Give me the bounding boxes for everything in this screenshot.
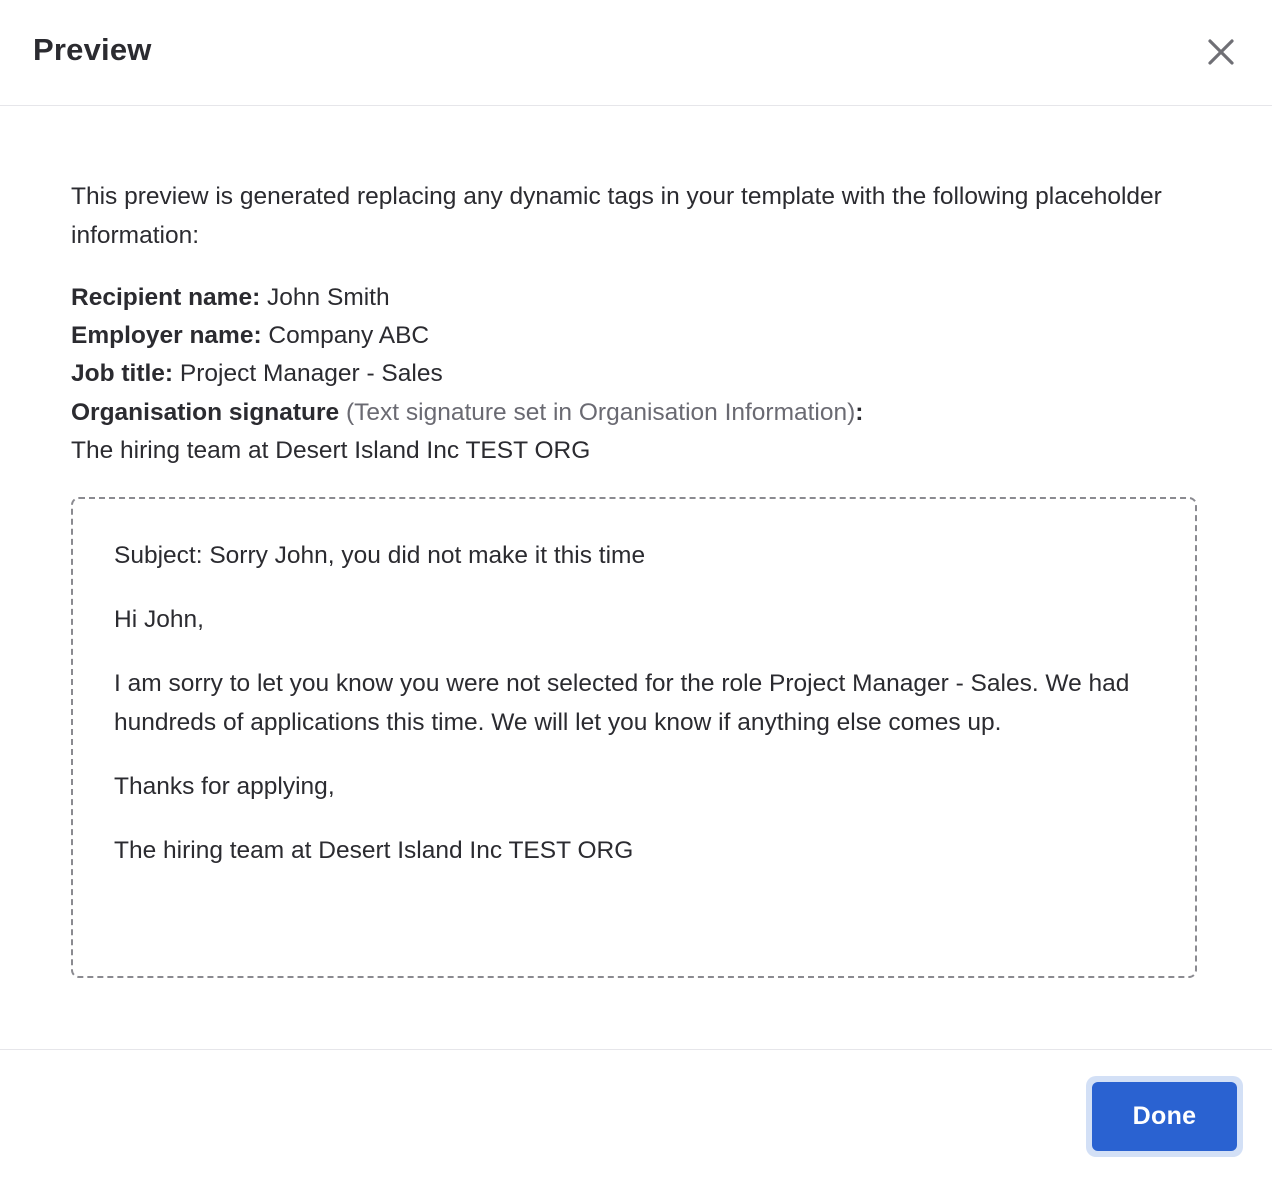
employer-name-row: Employer name: Company ABC <box>71 317 1201 355</box>
email-greeting: Hi John, <box>114 606 204 633</box>
job-title-row: Job title: Project Manager - Sales <box>71 355 1201 393</box>
job-title-label: Job title: <box>71 360 174 388</box>
email-preview-box: Subject: Sorry John, you did not make it… <box>71 497 1197 978</box>
done-button-focus-ring: Done <box>1086 1076 1243 1157</box>
organisation-signature-value: The hiring team at Desert Island Inc TES… <box>71 436 591 464</box>
email-signature: The hiring team at Desert Island Inc TES… <box>114 836 634 864</box>
recipient-name-label: Recipient name: <box>71 284 261 311</box>
placeholder-info: Recipient name: John Smith Employer name… <box>71 279 1201 470</box>
organisation-signature-label: Organisation signature <box>71 398 340 426</box>
dialog-body: This preview is generated replacing any … <box>0 106 1272 1049</box>
close-button[interactable] <box>1200 32 1242 74</box>
organisation-signature-row: Organisation signature (Text signature s… <box>71 394 1201 432</box>
dialog-header: Preview <box>0 0 1272 106</box>
done-button[interactable]: Done <box>1092 1082 1237 1151</box>
close-icon <box>1208 39 1234 65</box>
employer-name-value: Company ABC <box>261 322 430 350</box>
email-body: I am sorry to let you know you were not … <box>114 670 1130 736</box>
preview-dialog: Preview This preview is generated replac… <box>0 0 1272 1182</box>
recipient-name-row: Recipient name: John Smith <box>71 279 1201 317</box>
email-preview-content: Subject: Sorry John, you did not make it… <box>114 537 1154 896</box>
employer-name-label: Employer name: <box>71 322 262 350</box>
organisation-signature-colon: : <box>855 398 864 426</box>
job-title-value: Project Manager - Sales <box>173 360 443 388</box>
intro-text: This preview is generated replacing any … <box>71 183 1162 249</box>
recipient-name-value: John Smith <box>260 284 390 311</box>
organisation-signature-note: (Text signature set in Organisation Info… <box>339 398 856 426</box>
dialog-title: Preview <box>33 32 152 67</box>
dialog-footer: Done <box>0 1049 1272 1182</box>
email-closing: Thanks for applying, <box>114 772 335 800</box>
email-subject: Subject: Sorry John, you did not make it… <box>114 542 646 569</box>
